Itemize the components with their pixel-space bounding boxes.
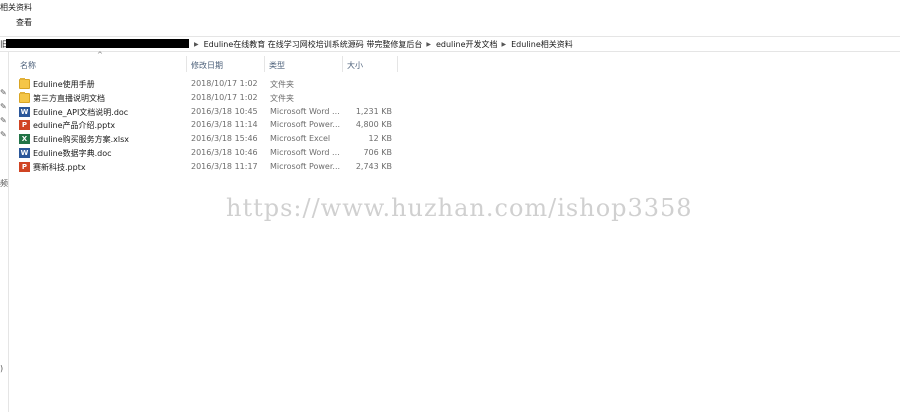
- file-type: 文件夹: [270, 93, 294, 103]
- file-size: 12 KB: [368, 134, 392, 144]
- word-doc-icon: W: [19, 147, 30, 158]
- file-name: Eduline使用手册: [33, 80, 95, 89]
- file-size: 4,800 KB: [355, 120, 392, 130]
- list-item[interactable]: Eduline使用手册 2018/10/17 1:02 文件夹: [15, 78, 405, 92]
- word-doc-icon: W: [19, 106, 30, 117]
- file-type: Microsoft Word ...: [270, 106, 340, 116]
- file-size: 2,743 KB: [355, 161, 392, 171]
- list-item[interactable]: X Eduline购买服务方案.xlsx 2016/3/18 15:46 Mic…: [15, 133, 405, 147]
- list-item[interactable]: W Eduline_API文档说明.doc 2016/3/18 10:45 Mi…: [15, 106, 405, 120]
- pin-icon: ✎: [0, 116, 7, 125]
- column-header-name[interactable]: 名称: [15, 56, 185, 72]
- file-size: 706 KB: [363, 147, 392, 157]
- breadcrumb-item-eduline-source[interactable]: Eduline在线教育 在线学习网校培训系统源码 带完整修复后台: [204, 39, 423, 50]
- file-list: Eduline使用手册 2018/10/17 1:02 文件夹 第三方直播说明文…: [15, 78, 405, 175]
- pin-icon: ✎: [0, 102, 7, 111]
- file-date: 2016/3/18 10:46: [191, 147, 258, 157]
- file-date: 2016/3/18 11:14: [191, 120, 258, 130]
- powerpoint-icon: P: [19, 120, 30, 131]
- file-date: 2016/3/18 10:45: [191, 106, 258, 116]
- address-bar[interactable]: 旧 ▶ Eduline在线教育 在线学习网校培训系统源码 带完整修复后台 ▶ e…: [0, 36, 900, 52]
- breadcrumb-item-dev-docs[interactable]: eduline开发文档: [436, 39, 498, 50]
- file-name: Eduline购买服务方案.xlsx: [33, 135, 130, 145]
- redacted-path-segment: [6, 39, 189, 48]
- file-date: 2016/3/18 15:46: [191, 134, 258, 144]
- file-name: 赛新科技.pptx: [33, 162, 86, 172]
- file-name: Eduline_API文档说明.doc: [33, 107, 129, 117]
- tab-view[interactable]: 查看: [16, 17, 32, 28]
- file-explorer-window: 相关资料 查看 旧 ▶ Eduline在线教育 在线学习网校培训系统源码 带完整…: [0, 0, 900, 412]
- chevron-right-icon[interactable]: ▶: [502, 41, 507, 48]
- file-type: Microsoft Power...: [270, 120, 341, 130]
- file-name: Eduline数据字典.doc: [33, 148, 112, 158]
- breadcrumb-item-related-materials[interactable]: Eduline相关资料: [511, 39, 573, 50]
- file-name: eduline产品介绍.pptx: [33, 121, 116, 131]
- pin-icon: ✎: [0, 130, 7, 139]
- file-name: 第三方直播说明文档: [33, 93, 105, 103]
- list-item[interactable]: P eduline产品介绍.pptx 2016/3/18 11:14 Micro…: [15, 119, 405, 133]
- list-item[interactable]: W Eduline数据字典.doc 2016/3/18 10:46 Micros…: [15, 147, 405, 161]
- file-type: Microsoft Excel: [270, 134, 331, 144]
- watermark: https://www.huzhan.com/ishop3358: [226, 194, 693, 222]
- column-divider[interactable]: [397, 56, 398, 72]
- file-size: 1,231 KB: [355, 106, 392, 116]
- list-item[interactable]: 第三方直播说明文档 2018/10/17 1:02 文件夹: [15, 91, 405, 106]
- file-date: 2018/10/17 1:02: [191, 79, 258, 88]
- pin-icon: ✎: [0, 88, 7, 97]
- list-item[interactable]: P 赛新科技.pptx 2016/3/18 11:17 Microsoft Po…: [15, 161, 405, 175]
- file-type: Microsoft Word ...: [270, 147, 340, 157]
- chevron-right-icon[interactable]: ▶: [426, 41, 431, 48]
- navigation-pane[interactable]: ✎ ✎ ✎ ✎ 频 ): [0, 52, 9, 412]
- excel-icon: X: [19, 134, 30, 145]
- column-header-size[interactable]: 大小: [343, 56, 397, 72]
- folder-icon: [19, 91, 30, 103]
- ribbon: 查看: [0, 12, 900, 34]
- column-header-date[interactable]: 修改日期: [187, 56, 263, 72]
- file-type: Microsoft Power...: [270, 161, 341, 171]
- nav-item-label[interactable]: 频: [0, 178, 8, 189]
- nav-item-label[interactable]: ): [0, 364, 3, 373]
- file-type: 文件夹: [270, 80, 294, 89]
- powerpoint-icon: P: [19, 161, 30, 172]
- folder-icon: [19, 78, 30, 89]
- chevron-right-icon[interactable]: ▶: [194, 41, 199, 48]
- file-date: 2016/3/18 11:17: [191, 161, 258, 171]
- file-date: 2018/10/17 1:02: [191, 92, 258, 102]
- column-header-type[interactable]: 类型: [265, 56, 341, 72]
- breadcrumb: ▶ Eduline在线教育 在线学习网校培训系统源码 带完整修复后台 ▶ edu…: [190, 39, 573, 50]
